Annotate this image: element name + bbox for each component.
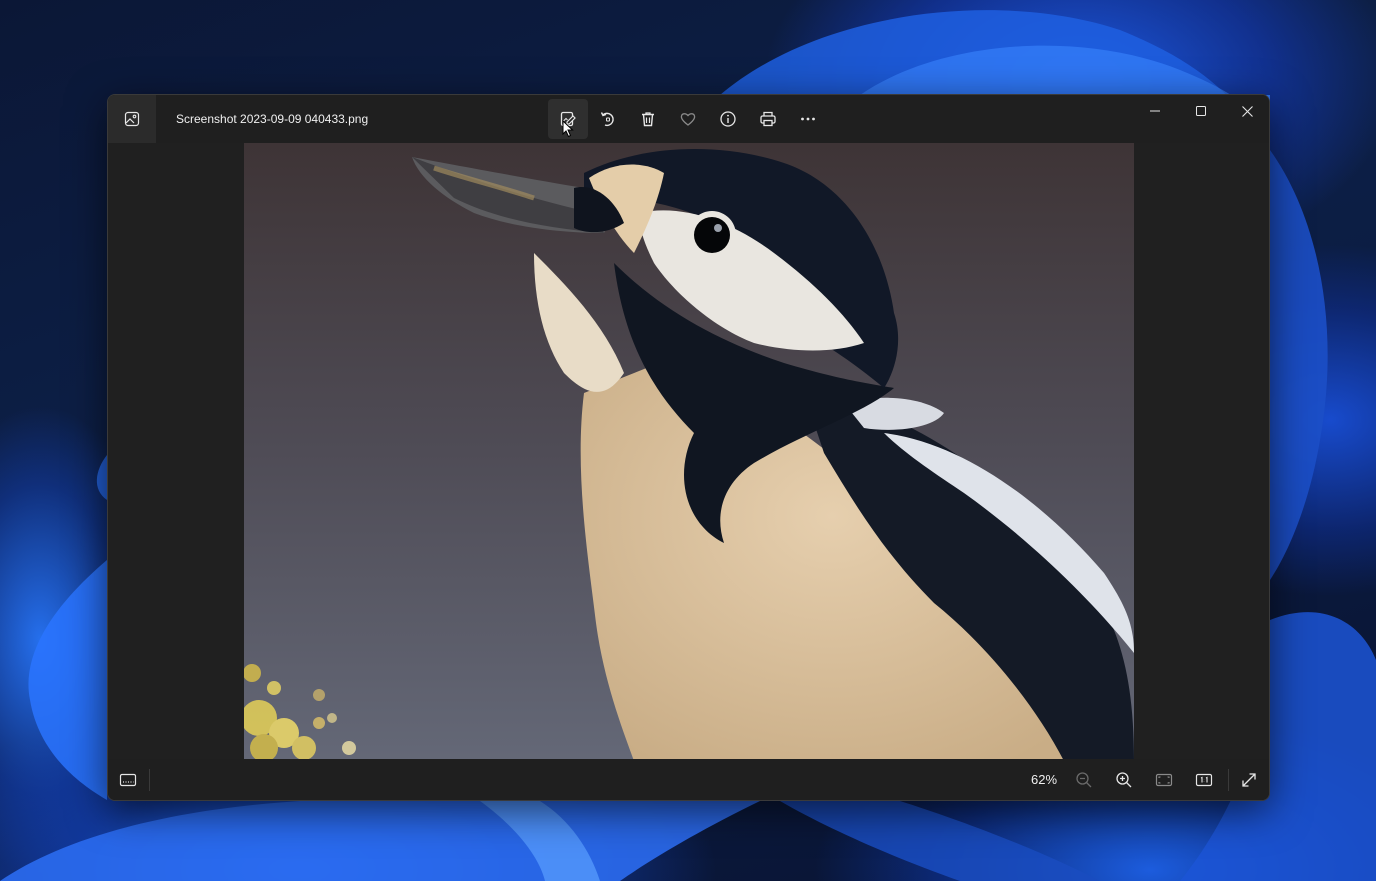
- file-info-button[interactable]: [708, 99, 748, 139]
- full-screen-button[interactable]: [1229, 759, 1269, 800]
- fit-to-window-button[interactable]: [1144, 759, 1184, 800]
- heart-icon: [680, 113, 696, 126]
- maximize-icon: [1196, 106, 1206, 116]
- more-icon: [801, 117, 815, 121]
- close-icon: [1241, 105, 1253, 117]
- more-options-button[interactable]: [788, 99, 828, 139]
- minimize-icon: [1150, 110, 1160, 112]
- mouse-cursor-icon: [562, 120, 574, 138]
- rotate-icon: [600, 112, 614, 127]
- trash-icon: [642, 112, 654, 127]
- maximize-button[interactable]: [1178, 95, 1224, 127]
- close-button[interactable]: [1224, 95, 1269, 127]
- print-button[interactable]: [748, 99, 788, 139]
- zoom-out-button[interactable]: [1064, 759, 1104, 800]
- actual-size-button[interactable]: [1184, 759, 1224, 800]
- minimize-button[interactable]: [1132, 95, 1178, 127]
- rotate-button[interactable]: [588, 99, 628, 139]
- zoom-level[interactable]: 62%: [1018, 772, 1070, 787]
- fit-to-window-icon: [1155, 773, 1173, 786]
- favorite-button[interactable]: [668, 99, 708, 139]
- separator: [149, 769, 150, 791]
- woodpecker-photo: [244, 143, 1134, 761]
- window-title: Screenshot 2023-09-09 040433.png: [176, 112, 369, 126]
- photos-app-icon: [124, 111, 140, 127]
- app-icon-button[interactable]: [108, 95, 156, 143]
- filmstrip-button[interactable]: [108, 759, 148, 800]
- printer-icon: [760, 111, 776, 127]
- expand-icon: [1242, 772, 1256, 787]
- zoom-in-icon: [1116, 771, 1132, 787]
- zoom-out-icon: [1076, 771, 1092, 787]
- delete-button[interactable]: [628, 99, 668, 139]
- filmstrip-icon: [119, 773, 137, 786]
- title-bar: Screenshot 2023-09-09 040433.png: [108, 95, 1269, 143]
- image-canvas[interactable]: [108, 143, 1269, 761]
- photos-app-window: Screenshot 2023-09-09 040433.png 62%: [107, 94, 1270, 801]
- info-icon: [720, 111, 736, 127]
- displayed-photo: [244, 143, 1134, 761]
- bottom-bar: 62%: [108, 759, 1269, 800]
- top-toolbar: [548, 99, 828, 139]
- actual-size-icon: [1195, 773, 1213, 786]
- zoom-in-button[interactable]: [1104, 759, 1144, 800]
